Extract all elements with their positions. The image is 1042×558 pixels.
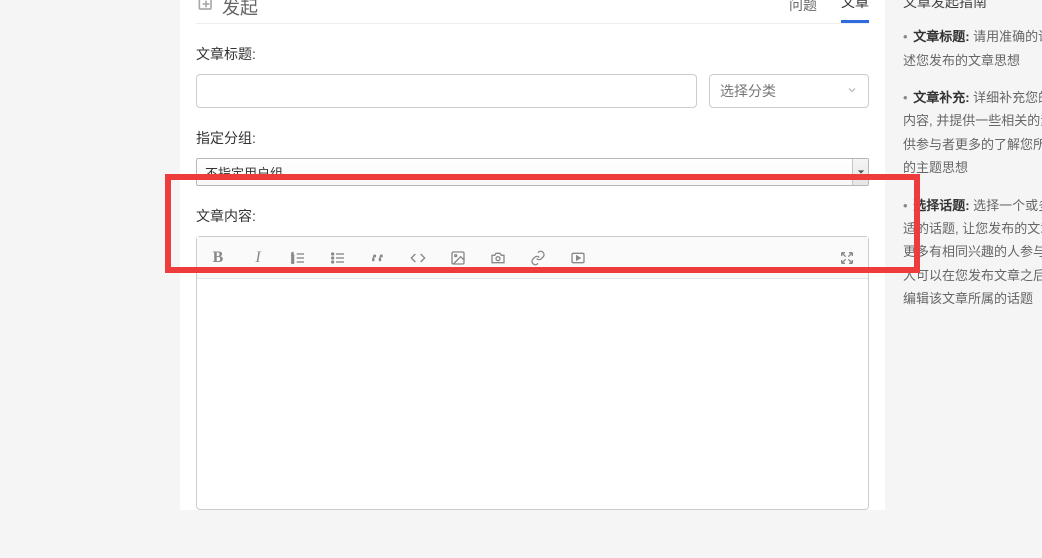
article-title-input[interactable] xyxy=(196,74,697,108)
editor-toolbar: B I 123 xyxy=(197,237,868,279)
tab-article[interactable]: 文章 xyxy=(841,0,869,23)
camera-button[interactable] xyxy=(489,249,507,267)
blockquote-button[interactable] xyxy=(369,249,387,267)
editor-content-area[interactable] xyxy=(197,279,868,509)
tabs: 问题 文章 xyxy=(789,0,869,23)
group-label: 指定分组: xyxy=(196,128,869,148)
category-placeholder: 选择分类 xyxy=(720,81,776,101)
page-title: 发起 xyxy=(196,0,258,20)
unordered-list-button[interactable] xyxy=(329,249,347,267)
link-button[interactable] xyxy=(529,249,547,267)
header: 发起 问题 文章 xyxy=(196,0,869,24)
image-button[interactable] xyxy=(449,249,467,267)
sidebar-tip-title: • 文章标题: 请用准确的语言描述您发布的文章思想 xyxy=(903,25,1042,72)
bold-button[interactable]: B xyxy=(209,249,227,267)
content-label: 文章内容: xyxy=(196,206,869,226)
sidebar: 文章发起指南 • 文章标题: 请用准确的语言描述您发布的文章思想 • 文章补充:… xyxy=(885,0,1042,510)
chevron-down-icon xyxy=(846,84,858,99)
italic-button[interactable]: I xyxy=(249,249,267,267)
group-select[interactable]: 不指定用户组 xyxy=(196,158,869,186)
rich-text-editor: B I 123 xyxy=(196,236,869,510)
ordered-list-button[interactable]: 123 xyxy=(289,249,307,267)
fullscreen-button[interactable] xyxy=(838,249,856,267)
tab-question[interactable]: 问题 xyxy=(789,0,817,23)
sidebar-tip-topic: • 选择话题: 选择一个或多个合适的话题, 让您发布的文章得到更多有相同兴趣的人… xyxy=(903,194,1042,311)
dropdown-arrow-icon xyxy=(852,159,868,185)
video-button[interactable] xyxy=(569,249,587,267)
sidebar-title: 文章发起指南 xyxy=(903,0,1042,15)
group-selected-value: 不指定用户组 xyxy=(205,163,283,182)
page-title-text: 发起 xyxy=(222,0,258,20)
category-select[interactable]: 选择分类 xyxy=(709,74,869,108)
title-label: 文章标题: xyxy=(196,44,869,64)
sidebar-tip-supplement: • 文章补充: 详细补充您的文章内容, 并提供一些相关的素材以供参与者更多的了解… xyxy=(903,86,1042,180)
svg-text:3: 3 xyxy=(291,259,294,264)
code-button[interactable] xyxy=(409,249,427,267)
compose-icon xyxy=(196,0,216,19)
